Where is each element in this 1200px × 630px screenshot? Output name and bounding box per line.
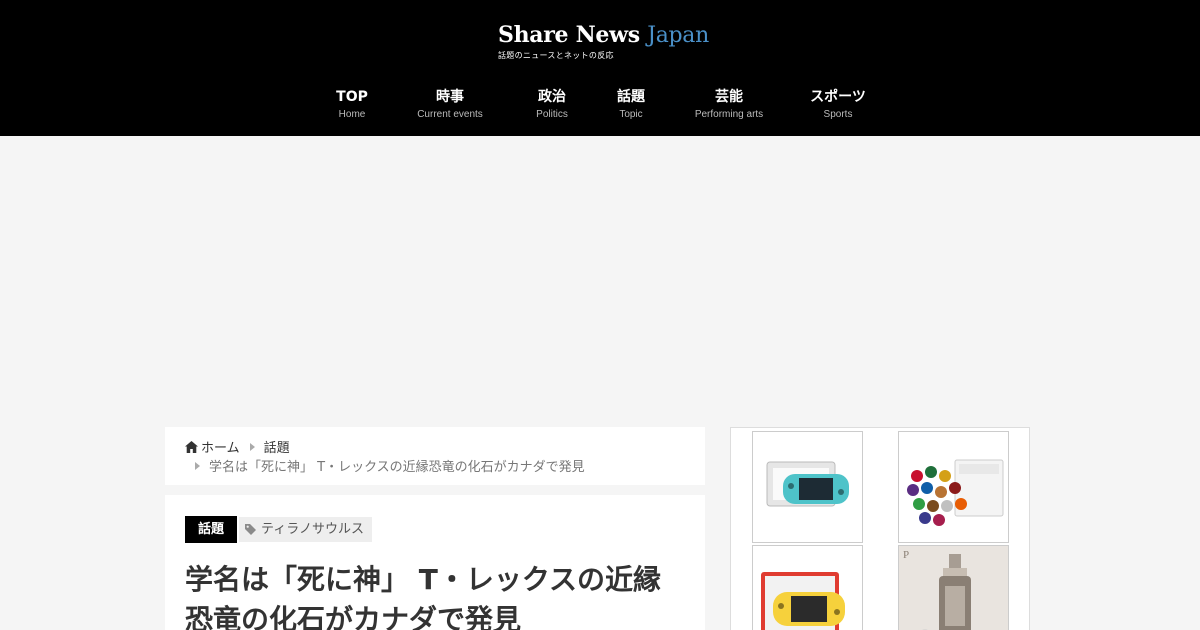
breadcrumb-home-label: ホーム [201,441,240,456]
nav-sublabel: Sports [823,109,853,120]
article-title-line: 恐竜の化石がカナダで発見 [185,603,522,630]
home-icon [185,441,198,453]
logo-title: Share News Japan [498,22,709,48]
nav-label: 政治 [538,89,566,105]
svg-text:P: P [903,549,909,561]
breadcrumb-home-link[interactable]: ホーム [185,437,240,456]
nav-sublabel: Current events [417,109,483,120]
nav-sublabel: Performing arts [694,109,764,120]
nav-item-topic[interactable]: 話題 Topic [617,86,645,126]
site-header: Share News Japan 話題のニュースとネットの反応 TOP Home… [0,0,1200,136]
article-title-line: 学名は「死に神」 T・レックスの近縁 [185,563,662,596]
product-card-3[interactable] [752,545,863,630]
breadcrumb-category-link[interactable]: 話題 [264,437,290,456]
article-tags: 話題 ティラノサウルス [185,516,685,543]
nav-item-current-events[interactable]: 時事 Current events [417,86,483,126]
nav-sublabel: Topic [619,109,643,120]
nav-item-top[interactable]: TOP Home [336,86,368,126]
sidebar-product-widget: P [730,427,1030,630]
ad-space [0,136,1200,416]
nav-sublabel: Politics [536,109,568,120]
nav-item-performing-arts[interactable]: 芸能 Performing arts [695,86,763,126]
product-card-2[interactable] [898,431,1009,543]
category-badge[interactable]: 話題 [185,516,238,543]
caret-right-icon [195,461,200,470]
nav-label: 話題 [617,89,645,105]
nav-item-sports[interactable]: スポーツ Sports [810,86,866,126]
nav-label: スポーツ [810,89,866,105]
game-console-icon [761,572,845,630]
nav-item-politics[interactable]: 政治 Politics [536,86,568,126]
product-card-4[interactable]: P [898,545,1009,630]
site-logo[interactable]: Share News Japan 話題のニュースとネットの反応 [498,20,709,60]
article-title: 学名は「死に神」 T・レックスの近縁 恐竜の化石がカナダで発見 [185,560,685,630]
tag-icon [245,524,257,535]
nav-sublabel: Home [338,109,366,120]
tag-label: ティラノサウルス [261,522,364,537]
product-card-1[interactable] [752,431,863,543]
chocolate-box-icon [907,459,1004,526]
nav-label: TOP [336,89,368,105]
nav-label: 時事 [436,89,464,105]
caret-right-icon [249,442,255,451]
article-header: 話題 ティラノサウルス 学名は「死に神」 T・レックスの近縁 恐竜の化石がカナダ… [165,495,705,630]
breadcrumb-current: 学名は「死に神」 T・レックスの近縁恐竜の化石がカナダで発見 [209,460,585,475]
tag-link[interactable]: ティラノサウルス [239,517,372,542]
cosmetic-bottle-icon: P [899,546,1008,630]
breadcrumb: ホーム 話題 学名は「死に神」 T・レックスの近縁恐竜の化石がカナダで発見 [165,427,705,485]
nav-label: 芸能 [714,89,743,105]
logo-tagline: 話題のニュースとネットの反応 [498,51,614,60]
game-console-icon [766,461,849,507]
